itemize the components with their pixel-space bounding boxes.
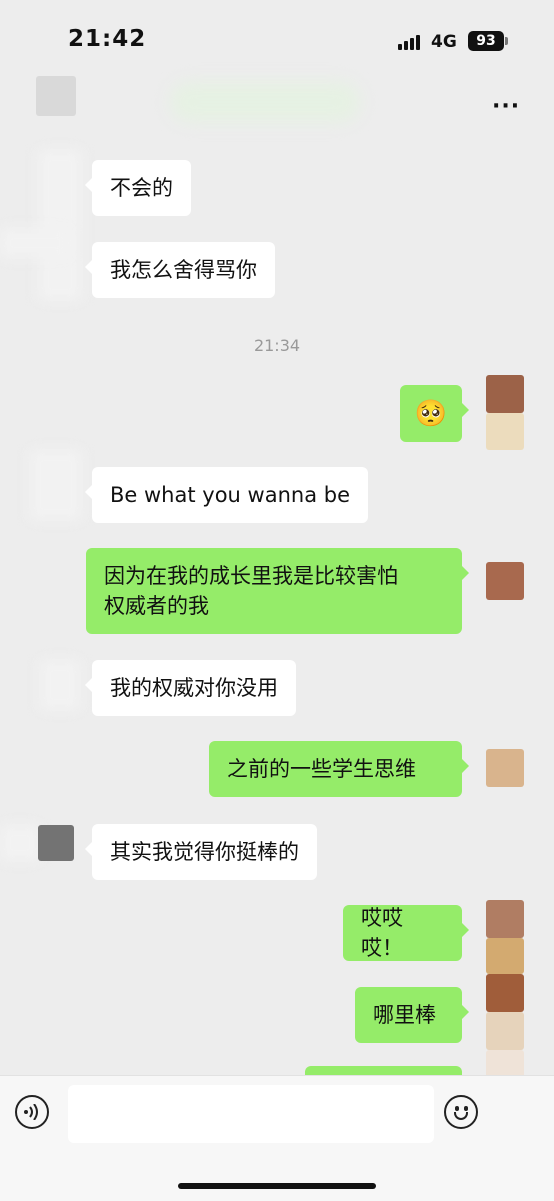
message-bubble-outgoing[interactable]: 🥺 bbox=[400, 385, 469, 442]
message-text: 不会的 bbox=[110, 176, 173, 200]
message-text: Be what you wanna be bbox=[110, 483, 350, 507]
more-options-button[interactable]: ··· bbox=[492, 94, 532, 119]
emoji-eye bbox=[464, 1106, 468, 1111]
avatar-blurred bbox=[30, 450, 82, 520]
message-text: 因为在我的成长里我是比较害怕 权威者的我 bbox=[104, 561, 398, 621]
message-text: 哎哎哎！ bbox=[361, 906, 403, 960]
chat-header: ··· bbox=[0, 72, 554, 138]
avatar-strip bbox=[486, 413, 524, 450]
home-indicator bbox=[178, 1183, 376, 1189]
user-avatar[interactable] bbox=[486, 562, 524, 600]
chat-title-blurred bbox=[170, 82, 360, 122]
avatar-blurred bbox=[40, 660, 80, 710]
message-text: 我的权威对你没用 bbox=[110, 676, 278, 700]
network-type: 4G bbox=[431, 32, 457, 52]
message-bubble-incoming[interactable]: 其实我觉得你挺棒的 bbox=[85, 824, 317, 880]
voice-waves-icon bbox=[24, 1104, 38, 1120]
battery-tip bbox=[505, 37, 508, 45]
user-avatar[interactable] bbox=[486, 749, 524, 787]
avatar-blurred bbox=[38, 150, 82, 300]
message-text: 其实我觉得你挺棒的 bbox=[110, 840, 299, 864]
avatar-strip bbox=[486, 974, 524, 1012]
status-bar: 21:42 4G 93 bbox=[0, 0, 554, 80]
message-bubble-incoming[interactable]: Be what you wanna be bbox=[85, 467, 368, 523]
back-area-blurred bbox=[36, 76, 76, 116]
status-time: 21:42 bbox=[68, 26, 147, 52]
emoji-eye bbox=[455, 1106, 459, 1111]
message-line: 权威者的我 bbox=[104, 594, 209, 618]
signal-icon bbox=[398, 34, 424, 50]
emoji-icon[interactable] bbox=[444, 1095, 478, 1129]
message-bubble-incoming[interactable]: 我的权威对你没用 bbox=[85, 660, 296, 716]
message-bubble-incoming[interactable]: 我怎么舍得骂你 bbox=[85, 242, 275, 298]
message-bubble-outgoing[interactable]: 之前的一些学生思维 bbox=[209, 741, 469, 797]
message-bubble-outgoing[interactable]: 哎哎哎！ bbox=[343, 905, 469, 961]
user-avatar[interactable] bbox=[486, 375, 524, 413]
contact-avatar[interactable] bbox=[38, 825, 74, 861]
blur-patch bbox=[0, 825, 40, 861]
message-bubble-outgoing[interactable]: 因为在我的成长里我是比较害怕 权威者的我 bbox=[86, 548, 469, 634]
battery-icon: 93 bbox=[468, 31, 504, 51]
blur-patch bbox=[0, 228, 70, 258]
pleading-face-emoji: 🥺 bbox=[414, 398, 448, 429]
message-bubble-outgoing[interactable]: 哪里棒 bbox=[355, 987, 469, 1043]
message-text: 我怎么舍得骂你 bbox=[110, 258, 257, 282]
avatar-strip bbox=[486, 938, 524, 974]
avatar-strip bbox=[486, 1012, 524, 1050]
message-timestamp: 21:34 bbox=[253, 336, 301, 355]
message-text: 哪里棒 bbox=[373, 1003, 436, 1027]
message-text: 之前的一些学生思维 bbox=[227, 757, 416, 781]
message-bubble-incoming[interactable]: 不会的 bbox=[85, 160, 191, 216]
message-line: 因为在我的成长里我是比较害怕 bbox=[104, 564, 398, 588]
message-input[interactable] bbox=[68, 1085, 434, 1143]
user-avatar[interactable] bbox=[486, 900, 524, 938]
voice-icon[interactable] bbox=[15, 1095, 49, 1129]
emoji-mouth bbox=[454, 1112, 468, 1120]
